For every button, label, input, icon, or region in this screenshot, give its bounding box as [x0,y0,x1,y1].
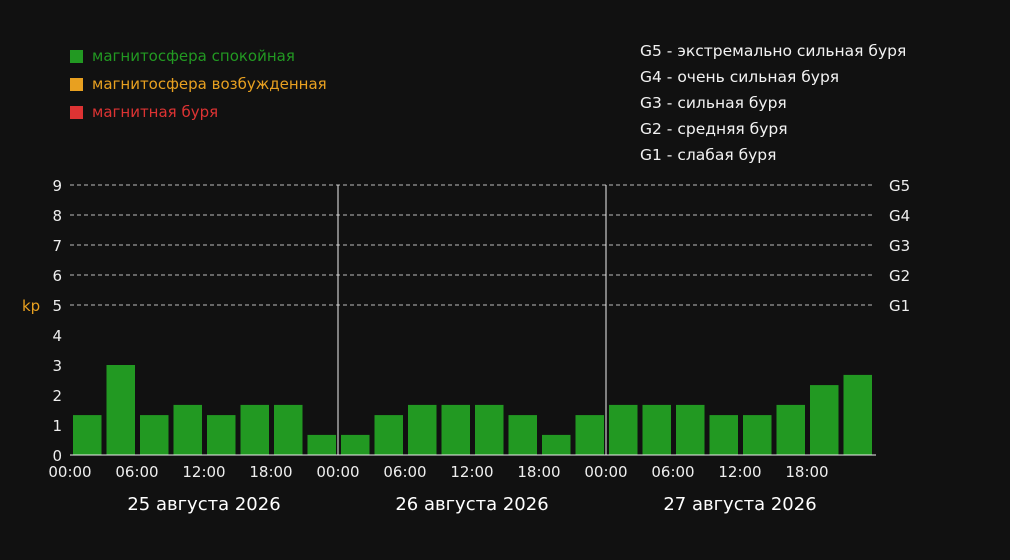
bar [575,415,604,455]
x-tick-label: 12:00 [718,463,761,481]
x-tick-label: 00:00 [48,463,91,481]
bar [676,404,705,455]
day-label: 26 августа 2026 [395,494,548,515]
bar [140,415,169,455]
y-tick-label: 1 [52,417,62,435]
storm-level-label: G2 [889,267,910,285]
day-label: 25 августа 2026 [127,494,280,515]
y-tick-label: 2 [52,387,62,405]
bar [173,404,202,455]
bar [106,365,135,455]
y-axis-label: kp [22,297,40,315]
y-tick-label: 9 [52,177,62,195]
y-tick-label: 8 [52,207,62,225]
bar [341,434,370,455]
bar [609,404,638,455]
bar [542,434,571,455]
day-label: 27 августа 2026 [663,494,816,515]
y-tick-label: 6 [52,267,62,285]
bar [709,415,738,455]
bar [743,415,772,455]
bar [73,415,102,455]
storm-level-label: G1 [889,297,910,315]
x-tick-label: 06:00 [383,463,426,481]
x-tick-label: 18:00 [785,463,828,481]
bar [508,415,537,455]
bar [642,404,671,455]
bar [240,404,269,455]
y-tick-label: 4 [52,327,62,345]
x-tick-label: 12:00 [450,463,493,481]
storm-level-label: G3 [889,237,910,255]
y-tick-label: 3 [52,357,62,375]
x-tick-label: 00:00 [316,463,359,481]
bar [475,404,504,455]
bar [408,404,437,455]
bar [374,415,403,455]
x-tick-label: 06:00 [115,463,158,481]
x-tick-label: 18:00 [249,463,292,481]
x-tick-label: 18:00 [517,463,560,481]
kp-index-chart: G1G2G3G4G50123456789kp00:00 06:00 12:00 18:… [22,177,910,515]
bar [810,385,839,455]
x-tick-label: 06:00 [651,463,694,481]
bar [776,404,805,455]
bar [207,415,236,455]
bar [307,434,336,455]
storm-level-label: G5 [889,177,910,195]
bar [274,404,303,455]
y-tick-label: 5 [52,297,62,315]
storm-level-label: G4 [889,207,910,225]
y-tick-label: 7 [52,237,62,255]
bar [843,374,872,455]
x-tick-label: 12:00 [182,463,225,481]
x-tick-label: 00:00 [584,463,627,481]
bar [441,404,470,455]
